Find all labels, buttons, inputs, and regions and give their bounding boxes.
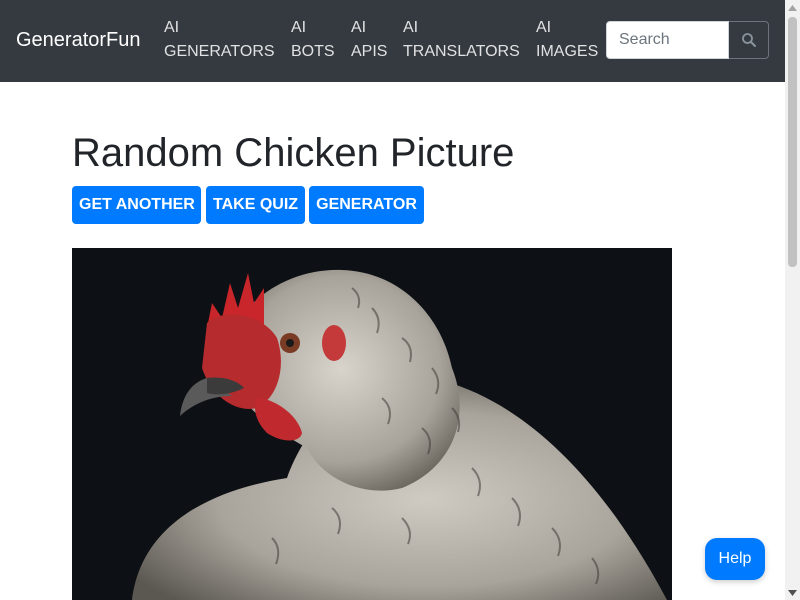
nav-ai-bots-line1: AI (291, 19, 307, 36)
chicken-photo (72, 248, 672, 600)
nav-ai-bots-line2: BOTS (291, 43, 335, 60)
generator-button[interactable]: GENERATOR (309, 186, 424, 224)
nav-ai-images-line1: AI (536, 19, 552, 36)
get-another-button[interactable]: GET ANOTHER (72, 186, 201, 224)
vertical-scrollbar[interactable] (785, 0, 800, 600)
chicken-illustration (72, 248, 672, 600)
help-button[interactable]: Help (705, 538, 765, 580)
nav-ai-bots[interactable]: AI BOTS (291, 16, 335, 64)
nav-ai-apis-line1: AI (351, 19, 367, 36)
scroll-thumb[interactable] (788, 17, 797, 267)
nav-ai-generators[interactable]: AI GENERATORS (164, 16, 275, 64)
nav-ai-generators-line1: AI (164, 19, 180, 36)
search-button[interactable] (729, 21, 769, 59)
nav-ai-generators-line2: GENERATORS (164, 43, 275, 60)
top-navbar: GeneratorFun AI GENERATORS AI BOTS AI AP… (0, 0, 785, 82)
take-quiz-button[interactable]: TAKE QUIZ (206, 186, 305, 224)
brand-link[interactable]: GeneratorFun (16, 28, 141, 52)
scroll-up-arrow-icon[interactable] (785, 0, 800, 15)
nav-ai-apis[interactable]: AI APIS (351, 16, 387, 64)
nav-ai-translators-line1: AI (403, 19, 419, 36)
nav-ai-translators[interactable]: AI TRANSLATORS (403, 16, 520, 64)
search-form (606, 21, 769, 59)
search-icon (741, 33, 756, 47)
nav-ai-images-line2: IMAGES (536, 43, 599, 60)
page-title: Random Chicken Picture (72, 131, 515, 175)
search-input[interactable] (606, 21, 729, 59)
nav-ai-images[interactable]: AI IMAGES (536, 16, 598, 64)
nav-ai-apis-line2: APIS (351, 43, 388, 60)
nav-ai-translators-line2: TRANSLATORS (403, 43, 520, 60)
scroll-down-arrow-icon[interactable] (785, 585, 800, 600)
